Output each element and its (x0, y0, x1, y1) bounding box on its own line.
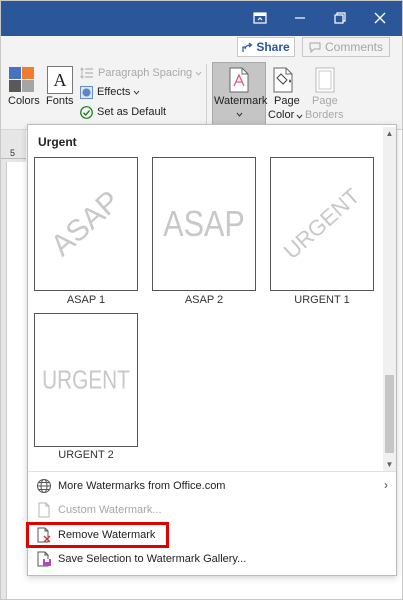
watermark-preview-text: ASAP (163, 203, 245, 244)
chevron-right-icon: › (384, 478, 388, 492)
share-button[interactable]: Share (237, 37, 295, 57)
remove-watermark-menu-item[interactable]: Remove Watermark (28, 523, 396, 547)
page-borders-label-line1: Page (312, 95, 338, 107)
chevron-down-icon (134, 90, 140, 95)
watermark-thumb-label: URGENT 2 (58, 449, 114, 461)
fonts-label: Fonts (46, 95, 74, 107)
effects-button[interactable]: Effects (80, 84, 140, 100)
custom-watermark-icon (38, 502, 50, 518)
watermark-thumb-label: ASAP 1 (66, 294, 106, 306)
set-as-default-button[interactable]: Set as Default (80, 104, 166, 120)
paragraph-spacing-button[interactable]: Paragraph Spacing (80, 65, 202, 81)
custom-watermark-label: Custom Watermark... (58, 504, 162, 516)
document-page[interactable] (6, 162, 26, 600)
minimize-icon (295, 17, 305, 19)
page-borders-label-line2: Borders (305, 109, 344, 121)
watermark-thumb-asap-1[interactable]: ASAP (34, 157, 138, 291)
ruler-line (0, 158, 26, 159)
watermark-preview-text: ASAP (44, 184, 127, 263)
comments-label: Comments (324, 40, 383, 54)
effects-label: Effects (97, 86, 131, 98)
watermark-thumb-asap-2[interactable]: ASAP (152, 157, 256, 291)
page-color-label-line1: Page (274, 95, 300, 107)
gallery-scrollbar[interactable]: ▲ ▼ (383, 127, 396, 471)
watermark-gallery-panel: Urgent ASAP ASAP 1 ASAP ASAP 2 URGENT UR… (27, 124, 397, 576)
watermark-label: Watermark (214, 95, 268, 107)
page-color-button[interactable]: Page Color (268, 66, 303, 124)
paragraph-spacing-label: Paragraph Spacing (98, 67, 193, 79)
colors-icon (9, 67, 34, 92)
comments-button[interactable]: Comments (302, 37, 390, 57)
globe-icon (37, 479, 51, 493)
page-borders-button[interactable]: Page Borders (305, 66, 345, 124)
watermark-icon (229, 67, 249, 93)
save-to-gallery-icon (37, 551, 51, 567)
paragraph-spacing-icon (80, 67, 93, 79)
restore-button[interactable] (320, 0, 360, 36)
watermark-preview-text: URGENT (278, 183, 365, 264)
page-color-label-line2: Color (268, 109, 295, 121)
fonts-button[interactable]: A (47, 66, 73, 94)
save-selection-menu-item[interactable]: Save Selection to Watermark Gallery... (28, 547, 396, 571)
chevron-down-icon (195, 71, 202, 76)
scroll-up-arrow-icon[interactable]: ▲ (383, 127, 396, 140)
remove-watermark-label: Remove Watermark (58, 529, 156, 541)
group-separator (206, 64, 207, 124)
share-label: Share (256, 40, 290, 54)
minimize-button[interactable] (280, 0, 320, 36)
comment-icon (309, 42, 321, 53)
watermark-thumb-label: ASAP 2 (184, 294, 224, 306)
colors-button[interactable] (8, 66, 36, 94)
watermark-thumb-urgent-1[interactable]: URGENT (270, 157, 374, 291)
effects-icon (80, 85, 93, 99)
watermark-thumb-label: URGENT 1 (294, 294, 350, 306)
save-selection-label: Save Selection to Watermark Gallery... (58, 553, 247, 565)
more-watermarks-label: More Watermarks from Office.com (58, 480, 226, 492)
more-watermarks-menu-item[interactable]: More Watermarks from Office.com › (28, 474, 396, 498)
scrollbar-thumb[interactable] (385, 375, 394, 453)
watermark-thumb-urgent-2[interactable]: URGENT (34, 313, 138, 447)
set-as-default-label: Set as Default (97, 106, 167, 118)
scroll-down-arrow-icon[interactable]: ▼ (383, 458, 396, 471)
title-bar (0, 0, 403, 36)
remove-watermark-icon (37, 527, 51, 543)
menu-divider (28, 471, 396, 472)
fonts-icon: A (53, 69, 67, 90)
page-color-icon (273, 67, 293, 93)
ruler-number: 5 (10, 148, 16, 158)
ribbon-display-icon (253, 12, 267, 24)
gallery-section-title: Urgent (38, 135, 77, 149)
custom-watermark-menu-item[interactable]: Custom Watermark... (28, 498, 396, 522)
close-icon (374, 12, 386, 24)
close-button[interactable] (360, 0, 400, 36)
page-borders-icon (315, 67, 335, 93)
chevron-down-icon (236, 112, 243, 117)
checkmark-circle-icon (80, 105, 93, 119)
restore-icon (334, 12, 346, 24)
watermark-preview-text: URGENT (42, 364, 130, 395)
colors-label: Colors (8, 95, 40, 107)
watermark-button[interactable]: Watermark (212, 62, 268, 126)
share-icon (242, 42, 253, 52)
chevron-down-icon (296, 114, 303, 119)
ribbon-display-options-button[interactable] (240, 0, 280, 36)
